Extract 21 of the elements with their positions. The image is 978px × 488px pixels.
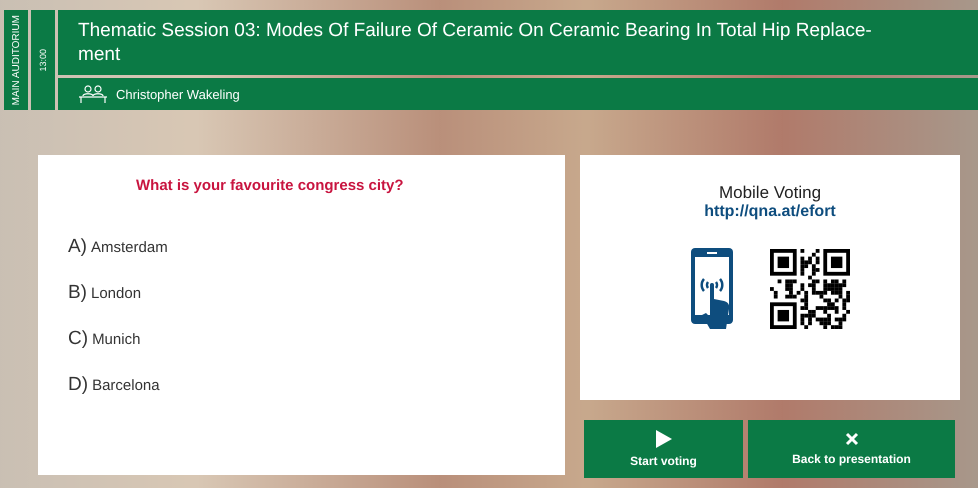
question-text: What is your favourite congress city? — [135, 177, 405, 194]
session-title: Thematic Session 03: Modes Of Failure Of Ceramic On Ceramic Bearing In Total Hip Replace-ment — [78, 18, 873, 66]
answer-text: London — [91, 285, 142, 302]
qr-code-icon — [770, 249, 850, 329]
speakers-icon — [78, 84, 108, 104]
speaker-name: Christopher Wakeling — [116, 86, 240, 102]
time-label: 13:00 — [31, 10, 55, 110]
answer-text: Amsterdam — [91, 239, 168, 256]
play-icon — [656, 430, 672, 448]
answer-text: Munich — [92, 331, 140, 348]
answer-text: Barcelona — [92, 377, 160, 394]
voting-link[interactable]: http://qna.at/efort — [704, 203, 836, 221]
close-icon — [844, 432, 858, 446]
room-label: MAIN AUDITORIUM — [4, 10, 28, 110]
start-voting-button[interactable]: Start voting — [584, 420, 743, 478]
back-button[interactable]: Back to presentation — [748, 420, 955, 478]
voting-title: Mobile Voting — [718, 183, 822, 203]
answer-letter: D) — [68, 374, 88, 396]
answer-letter: B) — [68, 282, 87, 304]
answer-letter: A) — [68, 236, 87, 258]
answer-letter: C) — [68, 328, 88, 350]
